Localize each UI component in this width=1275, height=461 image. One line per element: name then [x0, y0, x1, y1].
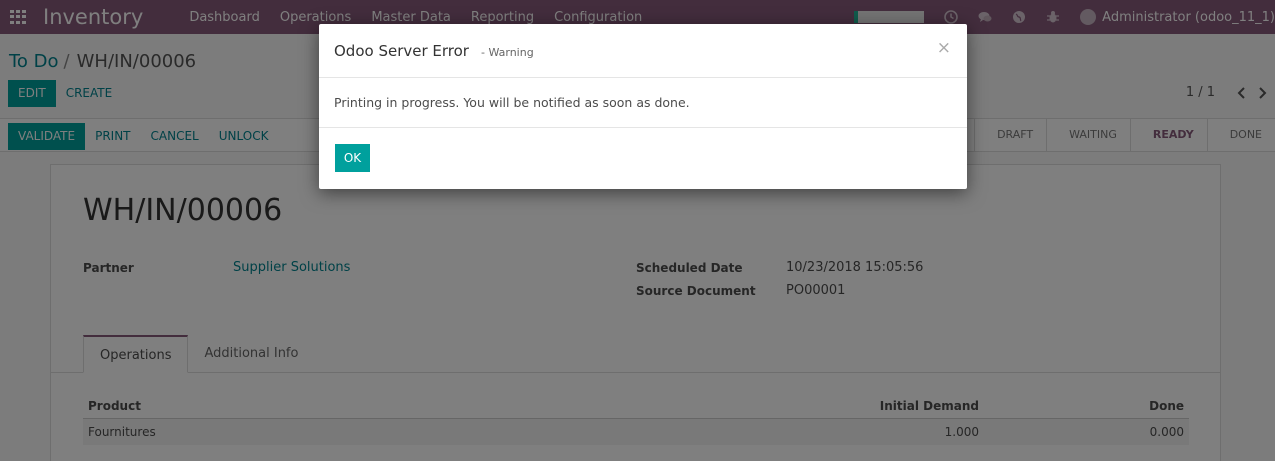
ok-button[interactable]: Ok	[335, 144, 370, 172]
dialog-body: Printing in progress. You will be notifi…	[319, 78, 967, 128]
dialog-title: Odoo Server Error	[334, 41, 469, 60]
dialog-header: Odoo Server Error - Warning ×	[319, 24, 967, 78]
dialog-message: Printing in progress. You will be notifi…	[334, 95, 690, 110]
dialog-footer: Ok	[319, 128, 967, 172]
server-error-dialog: Odoo Server Error - Warning × Printing i…	[319, 24, 967, 189]
dialog-subtitle: - Warning	[480, 45, 534, 59]
close-icon[interactable]: ×	[937, 40, 951, 57]
